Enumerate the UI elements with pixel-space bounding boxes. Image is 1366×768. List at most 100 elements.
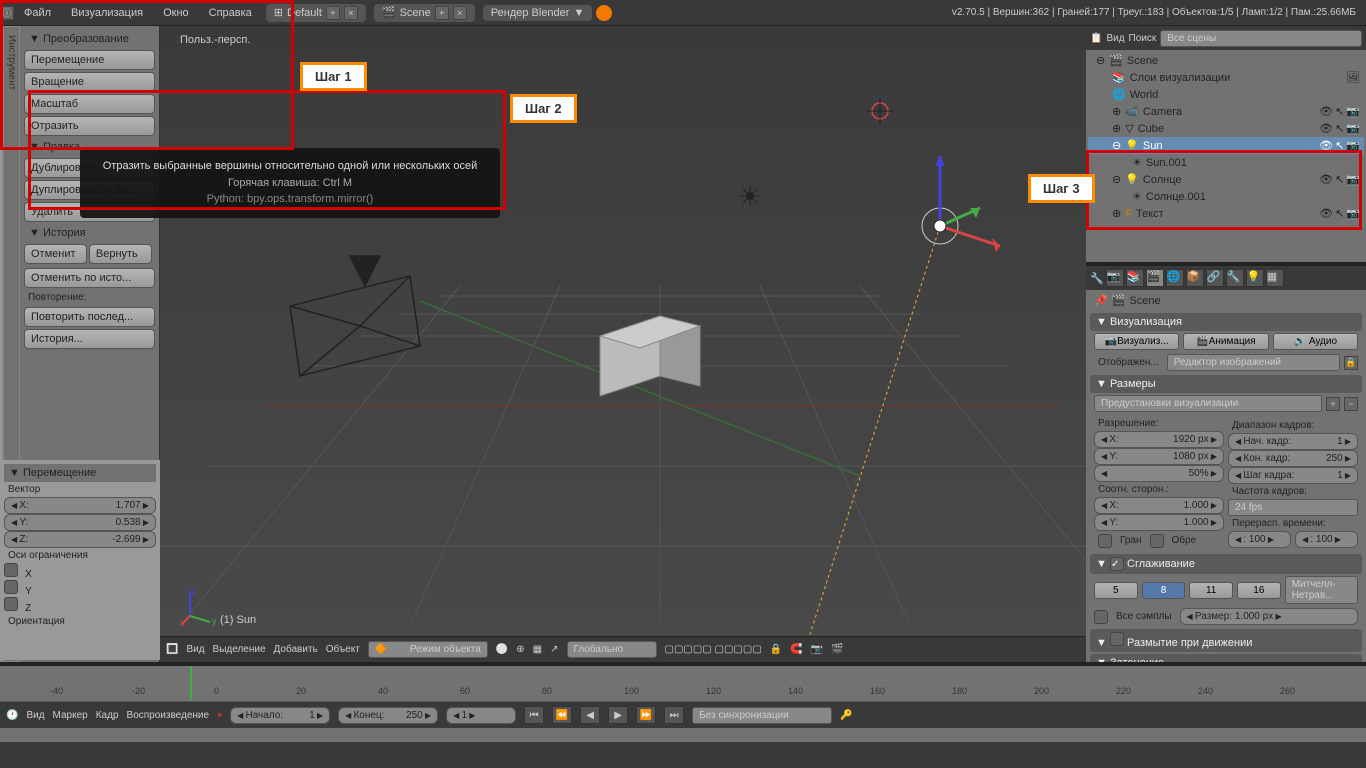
render-icon[interactable]: 📷: [1346, 105, 1360, 118]
timeline-menu-frame[interactable]: Кадр: [96, 710, 119, 721]
plus-icon[interactable]: +: [326, 6, 340, 20]
scene-selector[interactable]: 🎬 Scene + ×: [374, 4, 475, 22]
aa-filter-dropdown[interactable]: Митчелл-Нетрав...: [1285, 576, 1358, 604]
scale-button[interactable]: Масштаб: [24, 94, 155, 114]
render-icon[interactable]: 📷: [1346, 122, 1360, 135]
render-engine-selector[interactable]: Рендер Blender ▼: [483, 5, 593, 21]
clapperboard-icon[interactable]: 🎬: [831, 644, 843, 655]
play-icon[interactable]: ▶: [608, 706, 628, 724]
jump-end-icon[interactable]: ⏭: [664, 706, 684, 724]
viewport-menu-object[interactable]: Объект: [326, 644, 360, 655]
transform-panel-header[interactable]: Преобразование: [24, 30, 155, 48]
minus-icon[interactable]: −: [1344, 397, 1358, 411]
outliner-sun001[interactable]: ☀ Sun.001: [1088, 154, 1364, 171]
mblur-section[interactable]: Размытие при движении: [1090, 629, 1362, 652]
props-tab-world[interactable]: 🌐: [1166, 269, 1184, 287]
render-icon[interactable]: 📷: [1346, 207, 1360, 220]
cursor-icon[interactable]: ↖: [1335, 173, 1344, 186]
aa-5-button[interactable]: 5: [1094, 582, 1138, 599]
op-y-field[interactable]: Y:0.538: [4, 514, 156, 531]
cursor-icon[interactable]: ↖: [1335, 207, 1344, 220]
props-tab-render[interactable]: 📷: [1106, 269, 1124, 287]
render-presets[interactable]: Предустановки визуализации: [1094, 395, 1322, 412]
viewport-menu-select[interactable]: Выделение: [213, 644, 266, 655]
operator-header[interactable]: Перемещение: [4, 464, 156, 482]
timeline-menu-view[interactable]: Вид: [26, 710, 44, 721]
render-icon[interactable]: 📷: [1346, 173, 1360, 186]
dimensions-section[interactable]: Размеры: [1090, 375, 1362, 393]
3d-viewport[interactable]: Польз.-персп.: [160, 26, 1086, 662]
timeline-ruler[interactable]: -40-200204060801001201401601802002202402…: [0, 666, 1366, 702]
op-z-field[interactable]: Z:-2.699: [4, 531, 156, 548]
shading-sphere-icon[interactable]: ⚪: [496, 644, 508, 655]
op-x-field[interactable]: X:1.707: [4, 497, 156, 514]
start-frame-field[interactable]: Нач. кадр:1: [1228, 433, 1358, 450]
expand-icon[interactable]: ⊖: [1112, 139, 1121, 152]
viewport-menu-add[interactable]: Добавить: [274, 644, 318, 655]
aspect-x-field[interactable]: X:1.000: [1094, 497, 1224, 514]
props-tab-texture[interactable]: ▦: [1266, 269, 1284, 287]
orientation-selector[interactable]: Глобально: [567, 641, 657, 658]
redo-button[interactable]: Вернуть: [89, 244, 152, 264]
sync-dropdown[interactable]: Без синхронизации: [692, 707, 832, 724]
expand-icon[interactable]: ⊕: [1112, 105, 1121, 118]
aa-16-button[interactable]: 16: [1237, 582, 1281, 599]
outliner-cube[interactable]: ⊕ ▽ Cube 👁 ↖ 📷: [1088, 120, 1364, 137]
repeat-last-button[interactable]: Повторить послед...: [24, 307, 155, 327]
props-tab-layers[interactable]: 📚: [1126, 269, 1144, 287]
end-frame-field[interactable]: Кон. кадр:250: [1228, 450, 1358, 467]
props-tab-object[interactable]: 📦: [1186, 269, 1204, 287]
plus-icon[interactable]: +: [435, 6, 449, 20]
editor-type-icon[interactable]: 🔳: [166, 644, 178, 655]
play-reverse-icon[interactable]: ◀: [580, 706, 600, 724]
close-icon[interactable]: ×: [344, 6, 358, 20]
keying-icon[interactable]: 🔑: [840, 710, 852, 721]
props-tab-modifiers[interactable]: 🔧: [1226, 269, 1244, 287]
eye-icon[interactable]: 👁: [1319, 207, 1333, 220]
aa-size-field[interactable]: Размер: 1.000 px: [1180, 608, 1358, 625]
editor-type-icon[interactable]: 🔧: [1090, 272, 1104, 285]
image-icon[interactable]: 🖼: [1346, 71, 1360, 84]
outliner-menu-view[interactable]: Вид: [1106, 33, 1124, 44]
plus-icon[interactable]: +: [1326, 397, 1340, 411]
constraint-z-checkbox[interactable]: [4, 597, 18, 611]
outliner-menu-search[interactable]: Поиск: [1129, 33, 1157, 44]
expand-icon[interactable]: ⊖: [1096, 54, 1105, 67]
display-mode-dropdown[interactable]: Редактор изображений: [1167, 354, 1340, 371]
outliner-scene[interactable]: ⊖ 🎬 Scene: [1088, 52, 1364, 69]
mode-selector[interactable]: 🔶 Режим объекта: [368, 641, 488, 658]
jump-start-icon[interactable]: ⏮: [524, 706, 544, 724]
layers-icon[interactable]: ▦: [533, 644, 542, 655]
render-section[interactable]: Визуализация: [1090, 313, 1362, 331]
cursor-icon[interactable]: ↖: [1335, 139, 1344, 152]
outliner-solnce[interactable]: ⊖ 💡 Солнце 👁 ↖ 📷: [1088, 171, 1364, 188]
cursor-icon[interactable]: ↖: [1335, 105, 1344, 118]
remap-old-field[interactable]: : 100: [1228, 531, 1291, 548]
frame-step-field[interactable]: Шаг кадра:1: [1228, 467, 1358, 484]
aspect-y-field[interactable]: Y:1.000: [1094, 514, 1224, 531]
outliner-type-icon[interactable]: 📋: [1090, 33, 1102, 44]
eye-icon[interactable]: 👁: [1319, 173, 1333, 186]
expand-icon[interactable]: ⊕: [1112, 207, 1121, 220]
timeline-menu-playback[interactable]: Воспроизведение: [127, 710, 210, 721]
outliner-camera[interactable]: ⊕ 📹 Camera 👁 ↖ 📷: [1088, 103, 1364, 120]
cursor-icon[interactable]: ↖: [1335, 122, 1344, 135]
editor-type-icon[interactable]: 🕐: [6, 710, 18, 721]
outliner-solnce001[interactable]: ☀ Солнце.001: [1088, 188, 1364, 205]
render-preview-icon[interactable]: 📷: [811, 644, 823, 655]
timeline-cursor[interactable]: [190, 666, 192, 701]
menu-file[interactable]: Файл: [14, 3, 61, 23]
outliner-sun[interactable]: ⊖ 💡 Sun 👁 ↖ 📷: [1088, 137, 1364, 154]
constraint-y-checkbox[interactable]: [4, 580, 18, 594]
eye-icon[interactable]: 👁: [1319, 105, 1333, 118]
res-x-field[interactable]: X:1920 px: [1094, 431, 1224, 448]
keyframe-prev-icon[interactable]: ⏪: [552, 706, 572, 724]
shading-section[interactable]: Затенение: [1090, 654, 1362, 662]
layout-selector[interactable]: ⊞ Default + ×: [266, 4, 366, 22]
aa-8-button[interactable]: 8: [1142, 582, 1186, 599]
keyframe-next-icon[interactable]: ⏩: [636, 706, 656, 724]
info-icon[interactable]: ⓘ: [0, 6, 14, 20]
mblur-checkbox[interactable]: [1110, 632, 1124, 646]
full-sample-checkbox[interactable]: [1094, 610, 1108, 624]
translate-button[interactable]: Перемещение: [24, 50, 155, 70]
